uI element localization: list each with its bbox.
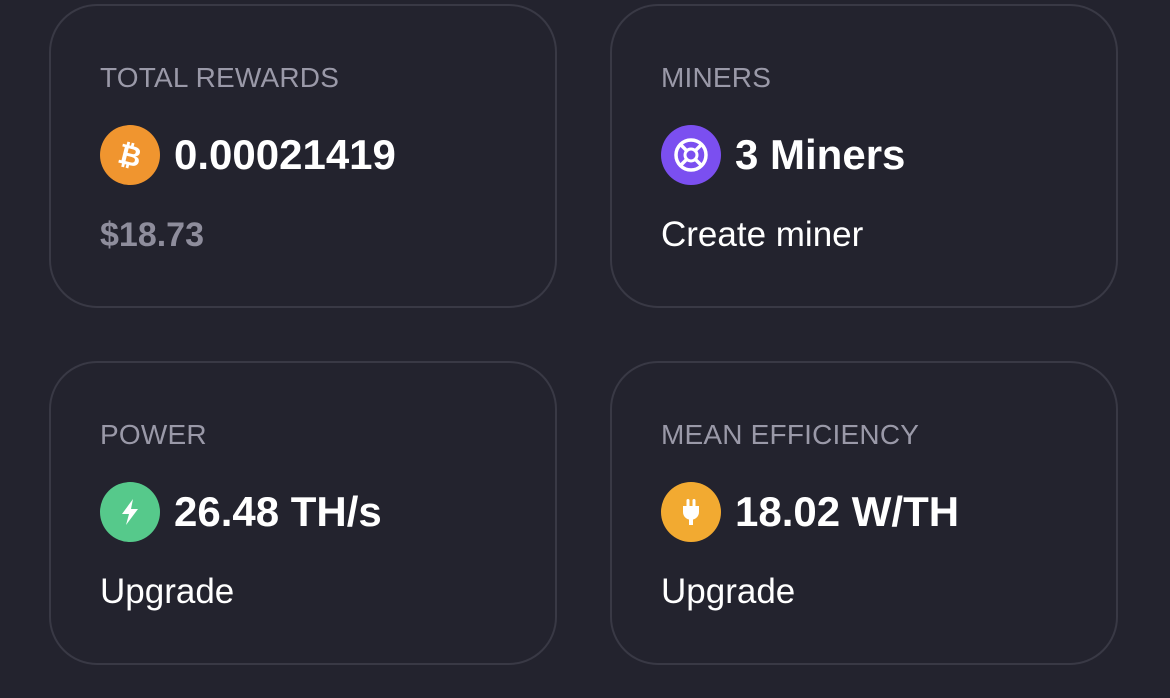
miners-label: MINERS: [661, 62, 772, 93]
miners-value-row: 3 Miners: [661, 124, 905, 186]
lightning-icon: [100, 482, 160, 542]
total-rewards-fiat: $18.73: [100, 216, 204, 254]
mean-efficiency-value: 18.02 W/TH: [735, 488, 960, 535]
mean-efficiency-label: MEAN EFFICIENCY: [661, 419, 920, 450]
power-label: POWER: [100, 419, 207, 450]
svg-text:₿: ₿: [115, 138, 145, 172]
power-upgrade-link[interactable]: Upgrade: [100, 569, 234, 615]
miners-card: MINERS 3 Miners Create miner: [610, 4, 1118, 308]
power-plug-icon: [661, 482, 721, 542]
miner-network-icon: [661, 125, 721, 185]
total-rewards-label: TOTAL REWARDS: [100, 62, 340, 93]
miners-count: 3 Miners: [735, 131, 906, 178]
power-value: 26.48 TH/s: [174, 488, 382, 535]
create-miner-link[interactable]: Create miner: [661, 212, 863, 258]
power-card: POWER 26.48 TH/s Upgrade: [49, 361, 557, 665]
mean-efficiency-card: MEAN EFFICIENCY 18.02 W/TH Upgrade: [610, 361, 1118, 665]
total-rewards-card: TOTAL REWARDS ₿ 0.00021419 $18.73: [49, 4, 557, 308]
efficiency-upgrade-link[interactable]: Upgrade: [661, 569, 795, 615]
mean-efficiency-value-row: 18.02 W/TH: [661, 481, 959, 543]
bitcoin-icon: ₿: [100, 125, 160, 185]
power-value-row: 26.48 TH/s: [100, 481, 382, 543]
total-rewards-value-row: ₿ 0.00021419: [100, 124, 396, 186]
total-rewards-value: 0.00021419: [174, 131, 396, 178]
